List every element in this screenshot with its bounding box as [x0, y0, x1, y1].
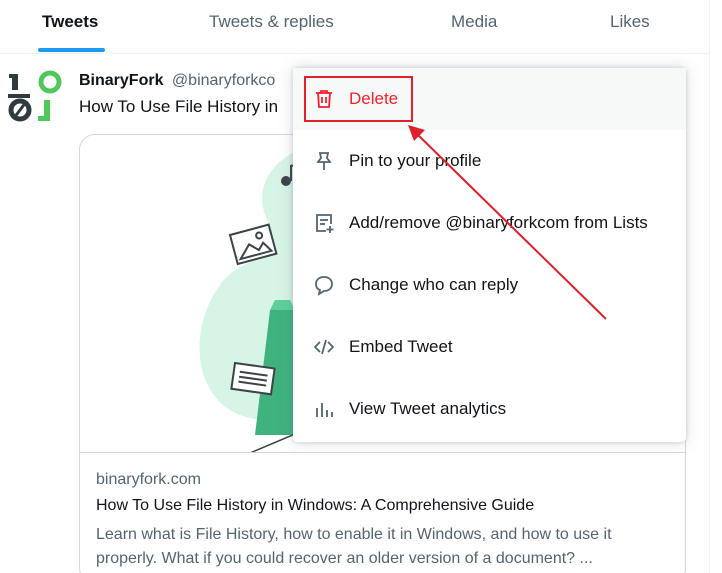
card-description: Learn what is File History, how to enabl…	[96, 526, 612, 567]
document-icon	[230, 361, 276, 396]
author-handle[interactable]: @binaryforkco	[172, 72, 275, 89]
tab-media[interactable]: Media	[451, 12, 497, 32]
menu-item-label: Change who can reply	[349, 275, 519, 294]
menu-item-label: Pin to your profile	[349, 151, 482, 170]
avatar[interactable]	[8, 70, 66, 128]
menu-item-delete[interactable]: Delete	[293, 68, 686, 130]
menu-item-label: Embed Tweet	[349, 337, 453, 356]
menu-item-analytics[interactable]: View Tweet analytics	[293, 378, 686, 440]
column-divider	[709, 0, 710, 573]
profile-tabs: Tweets Tweets & replies Media Likes	[0, 0, 709, 54]
menu-item-lists[interactable]: Add/remove @binaryforkcom from Lists	[293, 192, 686, 254]
tab-tweets-replies[interactable]: Tweets & replies	[209, 12, 334, 32]
tweet-text: How To Use File History in	[79, 97, 279, 116]
tab-likes[interactable]: Likes	[610, 12, 650, 32]
menu-item-who-can-reply[interactable]: Change who can reply	[293, 254, 686, 316]
annotation-highlight-box	[304, 76, 413, 122]
card-domain: binaryfork.com	[96, 471, 201, 488]
menu-item-embed[interactable]: Embed Tweet	[293, 316, 686, 378]
code-icon	[313, 336, 335, 358]
menu-item-label: Add/remove @binaryforkcom from Lists	[349, 213, 648, 232]
tab-tweets[interactable]: Tweets	[42, 12, 98, 32]
author-name[interactable]: BinaryFork	[79, 72, 163, 89]
list-add-icon	[313, 212, 335, 234]
tweet-options-menu: Delete Pin to your profile Add/remove @b…	[293, 68, 686, 442]
menu-item-label: View Tweet analytics	[349, 399, 507, 418]
tweet-header: BinaryFork @binaryforkco	[79, 72, 275, 90]
menu-item-pin[interactable]: Pin to your profile	[293, 130, 686, 192]
active-tab-indicator	[38, 48, 105, 52]
bar-chart-icon	[313, 398, 335, 420]
speech-bubble-icon	[313, 274, 335, 296]
card-title: How To Use File History in Windows: A Co…	[96, 497, 535, 514]
pin-icon	[313, 150, 335, 172]
